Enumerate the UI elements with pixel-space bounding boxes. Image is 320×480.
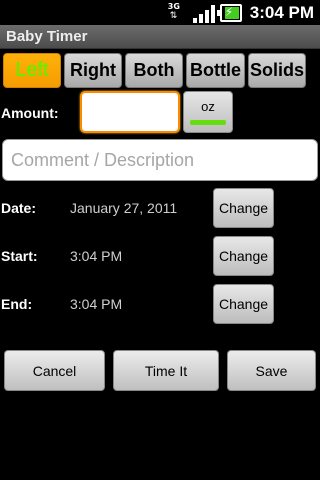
time-it-button[interactable]: Time It bbox=[113, 350, 219, 391]
type-button-right[interactable]: Right bbox=[64, 53, 122, 88]
change-start-button[interactable]: Change bbox=[213, 236, 274, 276]
type-button-both[interactable]: Both bbox=[125, 53, 183, 88]
save-button[interactable]: Save bbox=[227, 350, 316, 391]
status-bar: 3G ⇅ ⚡ 3:04 PM bbox=[0, 0, 320, 25]
date-label: Date: bbox=[1, 200, 37, 216]
cancel-button[interactable]: Cancel bbox=[4, 350, 105, 391]
unit-indicator bbox=[190, 120, 226, 125]
unit-label: oz bbox=[201, 99, 215, 114]
change-end-button[interactable]: Change bbox=[213, 284, 274, 324]
end-label: End: bbox=[1, 296, 33, 312]
start-label: Start: bbox=[1, 248, 38, 264]
signal-strength-icon bbox=[192, 3, 215, 23]
type-button-bottle[interactable]: Bottle bbox=[186, 53, 245, 88]
3g-data-icon: 3G ⇅ bbox=[167, 1, 180, 21]
amount-label: Amount: bbox=[1, 105, 59, 121]
network-type-label: 3G bbox=[167, 1, 180, 11]
type-button-solids[interactable]: Solids bbox=[248, 53, 306, 88]
amount-input[interactable] bbox=[80, 91, 180, 133]
end-time-value: 3:04 PM bbox=[70, 296, 123, 312]
status-clock: 3:04 PM bbox=[249, 2, 314, 22]
comment-input[interactable]: Comment / Description bbox=[2, 139, 318, 181]
app-title-bar: Baby Timer bbox=[0, 25, 320, 49]
date-value: January 27, 2011 bbox=[70, 200, 178, 216]
change-date-button[interactable]: Change bbox=[213, 188, 274, 228]
type-button-left[interactable]: Left bbox=[3, 53, 61, 88]
start-time-value: 3:04 PM bbox=[70, 248, 123, 264]
battery-charging-icon: ⚡ bbox=[216, 3, 242, 22]
unit-toggle-button[interactable]: oz bbox=[183, 91, 233, 133]
